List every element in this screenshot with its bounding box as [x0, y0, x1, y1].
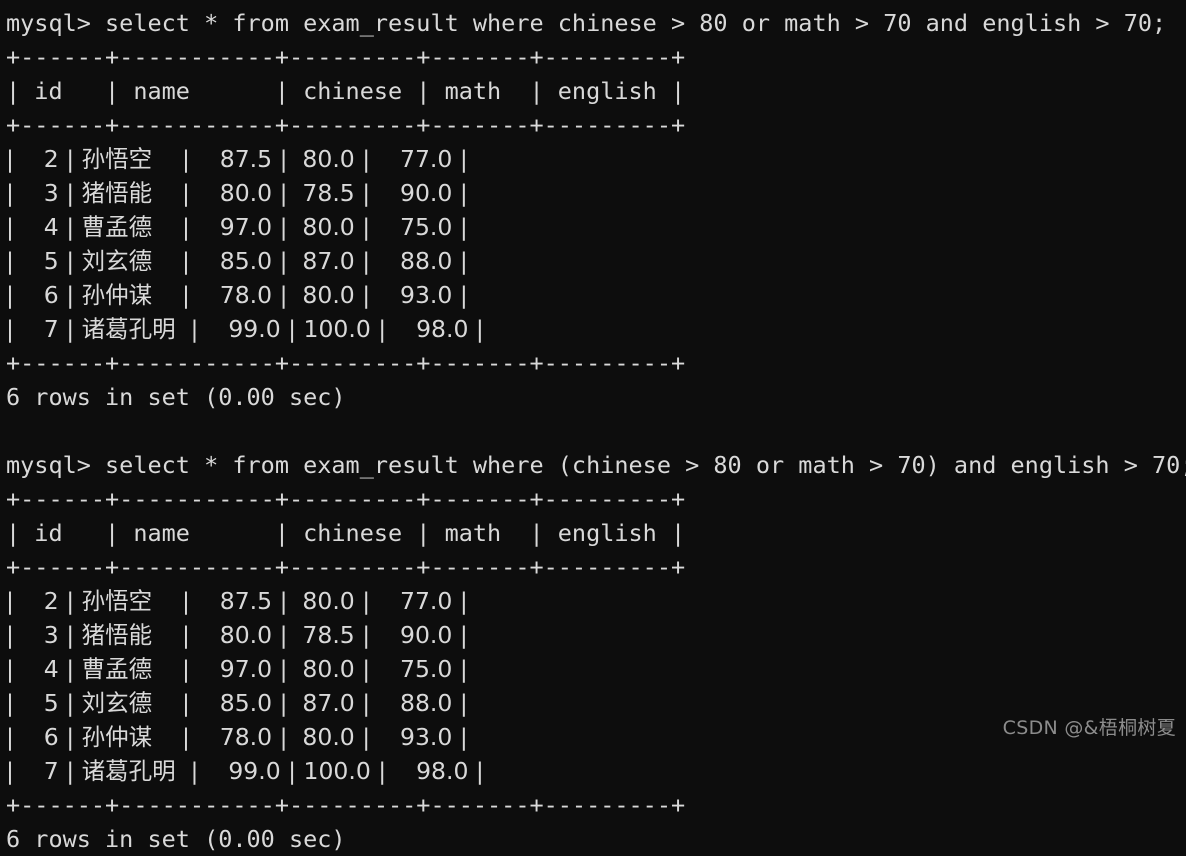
table-header-row: | id | name | chinese | math | english |: [6, 77, 686, 105]
table-border-bottom: +------+-----------+---------+-------+--…: [6, 791, 686, 819]
result-status: 6 rows in set (0.00 sec): [6, 825, 346, 853]
command-line: mysql> select * from exam_result where (…: [6, 451, 1186, 479]
table-row: | 6 | 孙仲谋 | 78.0 | 80.0 | 93.0 |: [6, 281, 468, 309]
table-row: | 7 | 诸葛孔明 | 99.0 | 100.0 | 98.0 |: [6, 315, 484, 343]
result-status: 6 rows in set (0.00 sec): [6, 383, 346, 411]
table-border-top: +------+-----------+---------+-------+--…: [6, 485, 686, 513]
table-border-top: +------+-----------+---------+-------+--…: [6, 43, 686, 71]
table-row: | 5 | 刘玄德 | 85.0 | 87.0 | 88.0 |: [6, 247, 468, 275]
table-border-mid: +------+-----------+---------+-------+--…: [6, 111, 686, 139]
table-border-mid: +------+-----------+---------+-------+--…: [6, 553, 686, 581]
table-row: | 2 | 孙悟空 | 87.5 | 80.0 | 77.0 |: [6, 145, 468, 173]
table-row: | 4 | 曹孟德 | 97.0 | 80.0 | 75.0 |: [6, 213, 468, 241]
table-row: | 2 | 孙悟空 | 87.5 | 80.0 | 77.0 |: [6, 587, 468, 615]
table-border-bottom: +------+-----------+---------+-------+--…: [6, 349, 686, 377]
terminal-window: mysql> select * from exam_result where c…: [0, 0, 1186, 853]
command-line: mysql> select * from exam_result where c…: [6, 9, 1167, 37]
table-row: | 7 | 诸葛孔明 | 99.0 | 100.0 | 98.0 |: [6, 757, 484, 785]
csdn-watermark: CSDN @&梧桐树夏: [1002, 717, 1176, 739]
table-row: | 4 | 曹孟德 | 97.0 | 80.0 | 75.0 |: [6, 655, 468, 683]
table-row: | 3 | 猪悟能 | 80.0 | 78.5 | 90.0 |: [6, 621, 468, 649]
table-header-row: | id | name | chinese | math | english |: [6, 519, 686, 547]
table-row: | 3 | 猪悟能 | 80.0 | 78.5 | 90.0 |: [6, 179, 468, 207]
